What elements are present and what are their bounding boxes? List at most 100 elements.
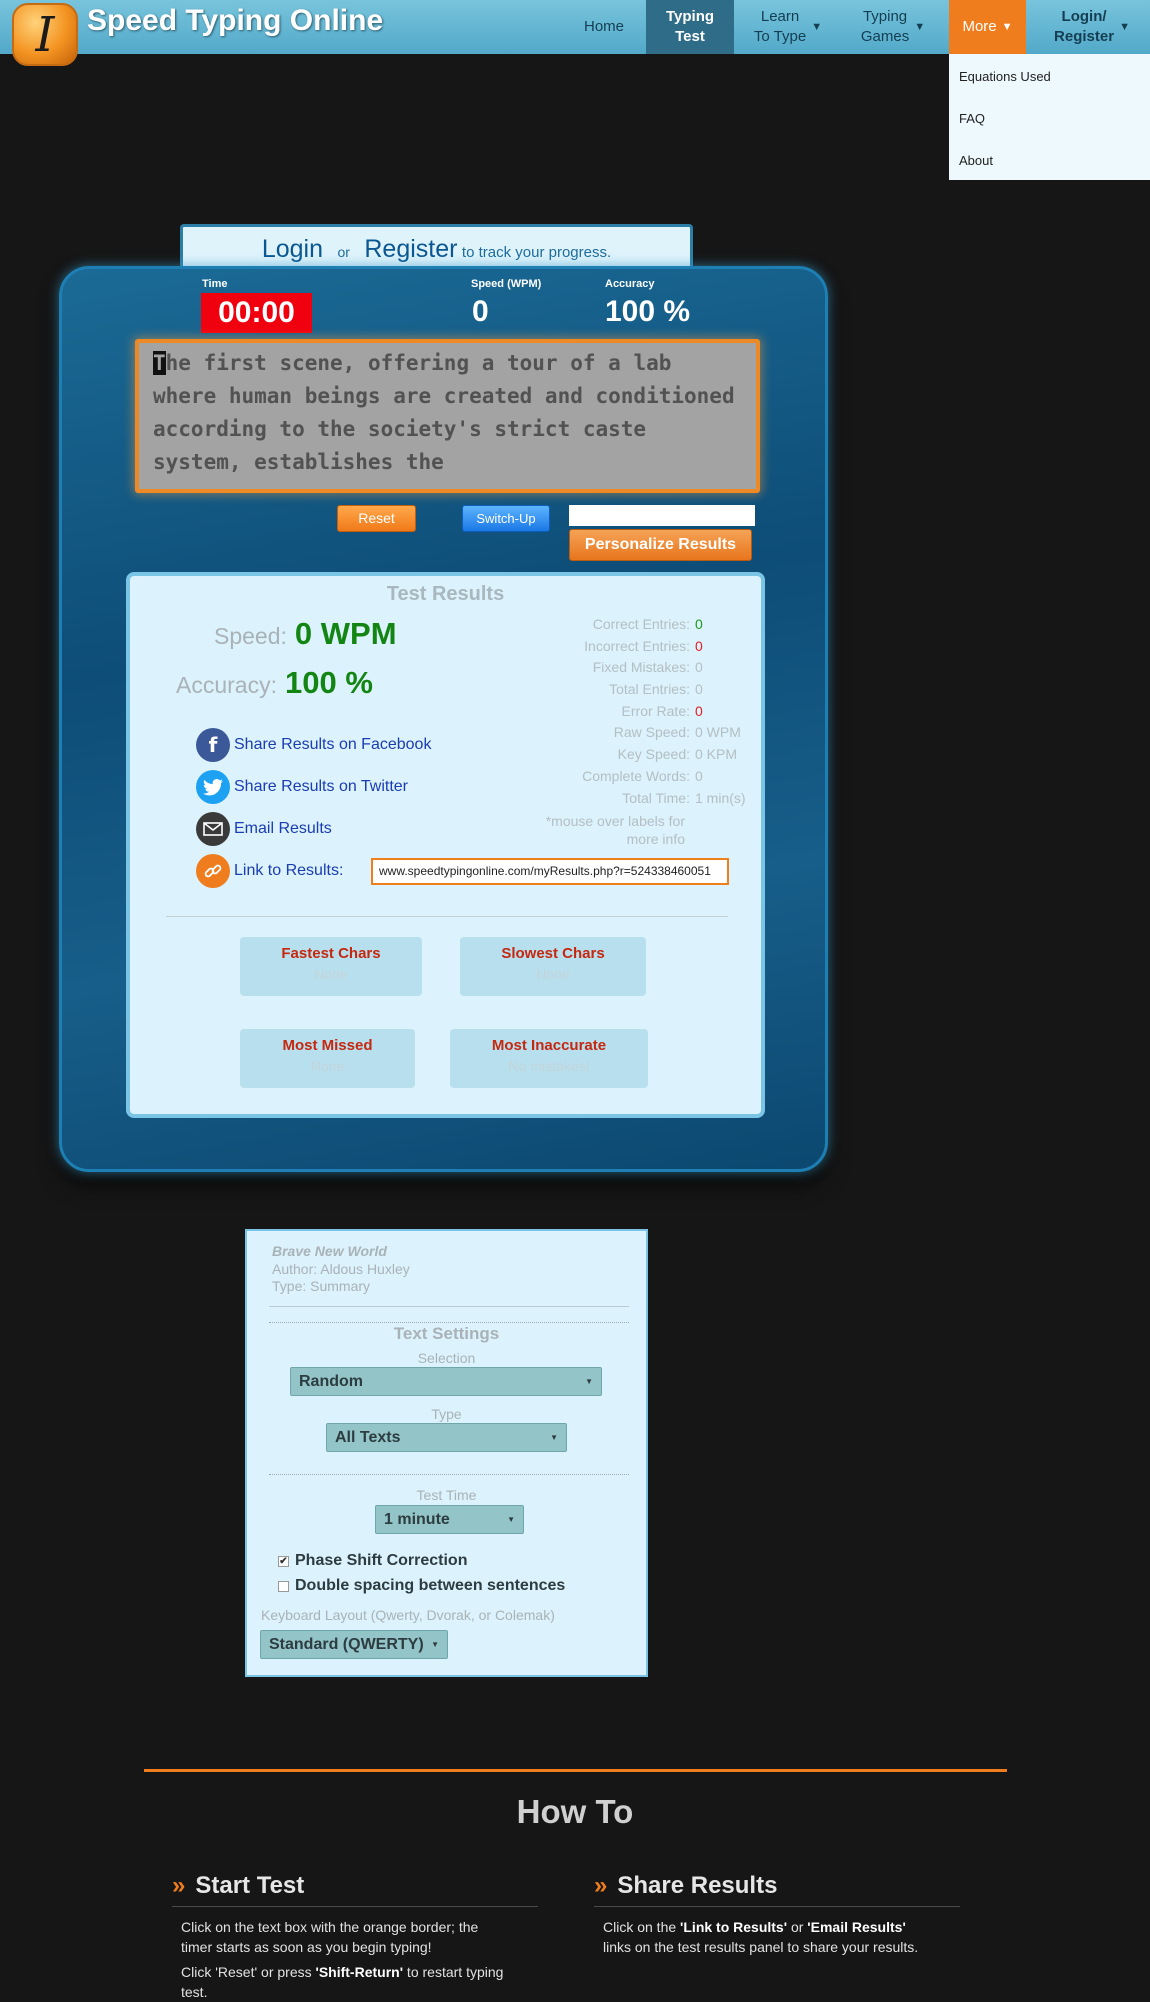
site-logo[interactable]: I (12, 3, 78, 66)
typing-cursor: T (153, 351, 166, 375)
switch-up-button[interactable]: Switch-Up (462, 505, 550, 532)
share-twitter-link[interactable]: Share Results on Twitter (196, 770, 408, 804)
detail-row: Incorrect Entries: 0 (510, 638, 760, 660)
detail-label[interactable]: Error Rate: (622, 703, 690, 719)
settings-dotted-divider (269, 1474, 629, 1475)
detail-label[interactable]: Total Time: (622, 790, 690, 806)
selection-value: Random (299, 1372, 363, 1390)
detail-label[interactable]: Correct Entries: (593, 616, 690, 632)
email-results-link[interactable]: Email Results (196, 812, 332, 846)
detail-label[interactable]: Key Speed: (618, 746, 690, 762)
phase-shift-option[interactable]: ✔ Phase Shift Correction (278, 1552, 467, 1570)
dropdown-item-about[interactable]: About (949, 144, 1150, 186)
start-test-p2-part3: to restart typing (403, 1964, 504, 1980)
text-settings-title: Text Settings (393, 1324, 500, 1343)
detail-row: Correct Entries: 0 (510, 616, 760, 638)
share-results-underline (594, 1906, 960, 1907)
slowest-chars-title: Slowest Chars (501, 945, 605, 962)
phase-shift-checkbox[interactable]: ✔ (278, 1555, 289, 1567)
chevron-down-icon: ▼ (1119, 21, 1130, 33)
timer-display: 00:00 (201, 293, 312, 333)
dropdown-item-faq[interactable]: FAQ (949, 102, 1150, 144)
chevron-down-icon: ▼ (811, 21, 823, 33)
nav-login-line2: Register (1054, 28, 1115, 45)
start-test-underline (172, 1906, 538, 1907)
most-inaccurate-title: Most Inaccurate (491, 1037, 607, 1054)
test-time-value: 1 minute (384, 1510, 450, 1528)
detail-row: Key Speed: 0 KPM (510, 746, 760, 768)
nav-learn-to-type[interactable]: Learn To Type ▼ (742, 0, 834, 54)
most-missed-box: Most Missed None (240, 1029, 415, 1088)
reset-button[interactable]: Reset (337, 505, 416, 532)
chevron-down-icon: ▼ (585, 1377, 593, 1386)
typing-test-panel: Time 00:00 Speed (WPM) 0 Accuracy 100 % … (59, 266, 828, 1172)
results-link-field[interactable]: www.speedtypingonline.com/myResults.php?… (371, 858, 729, 885)
detail-row: Total Time: 1 min(s) (510, 790, 760, 812)
detail-label[interactable]: Incorrect Entries: (584, 638, 690, 654)
nav-games-line2: Games (860, 28, 910, 45)
speed-label: Speed (WPM) (471, 278, 542, 290)
chevron-right-icon: » (172, 1872, 186, 1899)
detail-label[interactable]: Fixed Mistakes: (593, 659, 690, 675)
personalize-name-input[interactable] (569, 505, 755, 526)
results-accuracy-value: 100 % (284, 665, 373, 700)
double-spacing-checkbox[interactable] (278, 1580, 289, 1592)
howto-title: How To (516, 1793, 634, 1830)
logo-letter: I (35, 6, 55, 63)
nav-typing-test[interactable]: Typing Test (646, 0, 734, 54)
site-title[interactable]: Speed Typing Online (87, 4, 383, 38)
nav-learn-line2: To Type (753, 28, 807, 45)
detail-label[interactable]: Complete Words: (582, 768, 690, 784)
test-time-label: Test Time (416, 1487, 477, 1503)
share-p1-part1: Click on the (603, 1919, 681, 1935)
share-twitter-label: Share Results on Twitter (234, 778, 409, 795)
results-speed-row: Speed: 0 WPM (214, 616, 397, 652)
link-glyph (204, 864, 222, 878)
test-time-dropdown[interactable]: 1 minute ▼ (375, 1505, 524, 1534)
most-missed-title: Most Missed (282, 1037, 373, 1054)
results-accuracy-label[interactable]: Accuracy: (176, 672, 277, 698)
login-link[interactable]: Login (262, 235, 323, 263)
register-link[interactable]: Register (364, 235, 457, 263)
keyboard-layout-label: Keyboard Layout (Qwerty, Dvorak, or Cole… (261, 1607, 555, 1623)
start-test-heading: » Start Test (172, 1872, 304, 1900)
share-facebook-link[interactable]: f Share Results on Facebook (196, 728, 431, 762)
start-test-paragraph-1: Click on the text box with the orange bo… (181, 1917, 541, 1957)
link-to-results-row: Link to Results: (196, 854, 343, 888)
results-speed-label[interactable]: Speed: (214, 623, 287, 649)
selection-dropdown[interactable]: Random ▼ (290, 1367, 602, 1396)
book-author: Author: Aldous Huxley (272, 1261, 410, 1277)
typing-text-box[interactable]: The first scene, offering a tour of a la… (135, 339, 760, 493)
facebook-icon: f (196, 728, 230, 762)
nav-learn-line1: Learn (760, 8, 800, 25)
share-results-title: Share Results (617, 1872, 778, 1899)
most-inaccurate-box: Most Inaccurate No mistakes! (450, 1029, 648, 1088)
double-spacing-option[interactable]: Double spacing between sentences (278, 1577, 565, 1595)
type-value: All Texts (335, 1428, 401, 1446)
detail-row: Total Entries: 0 (510, 681, 760, 703)
dropdown-item-equations[interactable]: Equations Used (949, 60, 1150, 102)
fastest-chars-title: Fastest Chars (281, 945, 381, 962)
detail-stats-list: Correct Entries: 0 Incorrect Entries: 0 Fi… (510, 616, 760, 811)
nav-login-register[interactable]: Login/Register ▼ (1038, 0, 1146, 54)
login-register-tab: Login or Register to track your progress… (180, 224, 693, 272)
nav-more[interactable]: More ▼ (949, 0, 1026, 54)
more-dropdown-menu: Equations Used FAQ About (949, 54, 1150, 180)
detail-value: 0 (695, 637, 703, 654)
detail-label[interactable]: Raw Speed: (614, 724, 690, 740)
detail-row: Fixed Mistakes: 0 (510, 659, 760, 681)
nav-typing-games[interactable]: Typing Games ▼ (848, 0, 938, 54)
keyboard-layout-dropdown[interactable]: Standard (QWERTY) ▼ (260, 1630, 448, 1659)
nav-typing-test-line1: Typing (665, 8, 715, 25)
results-divider (166, 916, 728, 917)
detail-label[interactable]: Total Entries: (609, 681, 690, 697)
type-dropdown[interactable]: All Texts ▼ (326, 1423, 567, 1452)
test-results-card: Test Results Speed: 0 WPM Accuracy: 100 % … (126, 572, 765, 1118)
personalize-results-button[interactable]: Personalize Results (569, 529, 752, 561)
accuracy-display: 100 % (605, 295, 691, 328)
share-p1-email-results: 'Email Results' (807, 1919, 906, 1935)
detail-row: Error Rate: 0 (510, 703, 760, 725)
double-spacing-label: Double spacing between sentences (295, 1577, 566, 1594)
detail-value: 0 KPM (695, 746, 738, 763)
nav-home[interactable]: Home (574, 0, 634, 54)
